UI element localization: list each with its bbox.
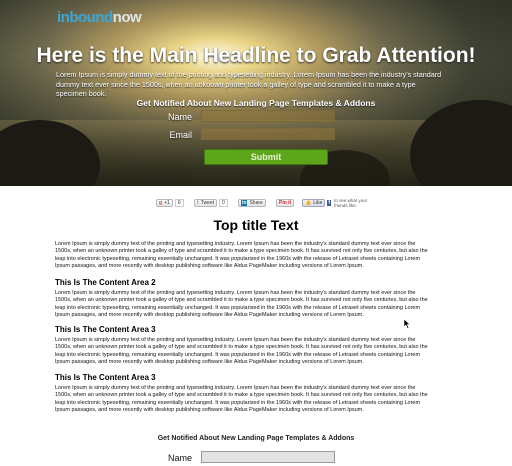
fb-note: to see what your friends like.	[334, 197, 368, 208]
footer-name-label: Name	[167, 453, 192, 463]
name-label: Name	[167, 112, 192, 122]
facebook-icon: f	[327, 199, 332, 206]
hero-name-row: Name	[150, 110, 350, 124]
like-label: Like	[313, 199, 323, 206]
linkedin-icon: in	[241, 199, 248, 206]
section-body: Lorem Ipsum is simply dummy text of the …	[55, 385, 428, 414]
gplus-icon: g	[159, 199, 163, 206]
pinterest-share[interactable]: Pin it	[276, 198, 295, 207]
tweet-label: Tweet	[200, 199, 215, 206]
section-heading: This Is The Content Area 2	[55, 278, 156, 287]
fb-like-button[interactable]: 👍 Like	[302, 198, 326, 207]
facebook-like[interactable]: 👍 Like f to see what your friends like.	[302, 197, 378, 208]
linkedin-share[interactable]: in Share	[238, 198, 266, 207]
pin-button[interactable]: Pin it	[276, 198, 295, 207]
gplus-count: 0	[174, 198, 184, 207]
linkedin-button[interactable]: in Share	[238, 198, 266, 207]
gplus-label: +1	[164, 199, 170, 206]
section-body: Lorem Ipsum is simply dummy text of the …	[55, 290, 428, 319]
section-body: Lorem Ipsum is simply dummy text of the …	[55, 337, 428, 366]
hero-description: Lorem Ipsum is simply dummy text of the …	[56, 70, 442, 98]
twitter-icon: t	[197, 199, 199, 206]
tweet-share[interactable]: t Tweet 0	[194, 198, 228, 207]
main-headline: Here is the Main Headline to Grab Attent…	[36, 44, 476, 67]
tweet-count: 0	[219, 198, 228, 207]
logo-text-secondary: now	[112, 9, 142, 26]
gplus-share[interactable]: g +1 0	[156, 198, 184, 207]
tweet-button[interactable]: t Tweet	[194, 198, 218, 207]
email-label: Email	[169, 130, 192, 140]
submit-button[interactable]: Submit	[204, 149, 328, 165]
intro-text: Lorem Ipsum is simply dummy text of the …	[55, 241, 428, 270]
thumbs-up-icon: 👍	[305, 199, 312, 206]
hero-email-row: Email	[150, 128, 350, 142]
name-input[interactable]	[201, 110, 335, 122]
linkedin-label: Share	[249, 199, 263, 206]
hero-form-title: Get Notified About New Landing Page Temp…	[136, 98, 376, 108]
footer-name-row: Name	[150, 451, 350, 465]
mouse-cursor-icon	[404, 319, 411, 329]
logo-text-primary: inbound	[57, 9, 113, 26]
brand-logo[interactable]: inboundnow	[57, 9, 142, 26]
footer-name-input[interactable]	[201, 451, 335, 463]
email-input[interactable]	[201, 128, 335, 140]
gplus-button[interactable]: g +1	[156, 198, 173, 207]
hero-banner: inboundnow Here is the Main Headline to …	[0, 0, 512, 186]
page-title: Top title Text	[213, 217, 299, 233]
section-heading: This Is The Content Area 3	[55, 325, 156, 334]
footer-form-title: Get Notified About New Landing Page Temp…	[157, 435, 355, 442]
section-heading: This Is The Content Area 3	[55, 373, 156, 382]
pin-label: Pin it	[279, 199, 292, 206]
